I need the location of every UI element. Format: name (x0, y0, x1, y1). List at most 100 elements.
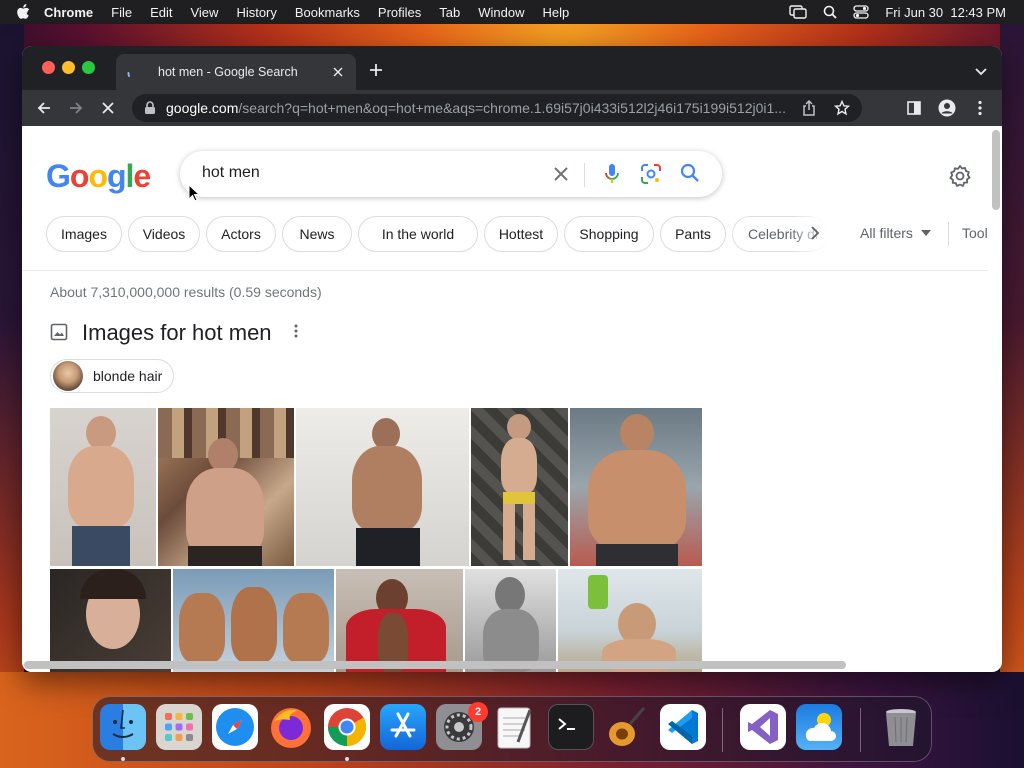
menu-help[interactable]: Help (543, 5, 570, 20)
dock-visual-studio-icon[interactable] (740, 704, 786, 750)
refine-chip-label: blonde hair (93, 368, 163, 384)
image-result[interactable] (465, 569, 556, 672)
dock-app-store-icon[interactable] (380, 704, 426, 750)
menu-tab[interactable]: Tab (439, 5, 460, 20)
zoom-window-button[interactable] (82, 61, 95, 74)
refine-chip-thumbnail (53, 361, 83, 391)
dock-safari-icon[interactable] (212, 704, 258, 750)
image-result[interactable] (296, 408, 469, 566)
dock-separator (722, 708, 723, 752)
search-submit-icon[interactable] (680, 163, 700, 188)
tab-bar: hot men - Google Search (22, 46, 1002, 90)
dock-garageband-icon[interactable] (604, 704, 650, 750)
loading-spinner-icon (126, 64, 142, 80)
image-result[interactable] (173, 569, 334, 672)
tab-close-icon[interactable] (330, 64, 346, 80)
tools-button[interactable]: Tool (962, 225, 988, 241)
chip-actors[interactable]: Actors (206, 216, 276, 252)
dock-trash-icon[interactable] (878, 704, 924, 750)
chip-hottest[interactable]: Hottest (484, 216, 558, 252)
minimize-window-button[interactable] (62, 61, 75, 74)
share-icon[interactable] (802, 99, 816, 119)
address-bar[interactable]: google.com /search?q=hot+men&oq=hot+me&a… (132, 94, 862, 122)
chip-news[interactable]: News (282, 216, 352, 252)
dock-launchpad-icon[interactable] (156, 704, 202, 750)
dock-separator (860, 708, 861, 752)
refine-chip-blonde-hair[interactable]: blonde hair (50, 359, 174, 393)
result-stats: About 7,310,000,000 results (0.59 second… (50, 284, 322, 300)
side-panel-icon[interactable] (904, 98, 924, 118)
dock-running-indicator (121, 757, 125, 761)
menu-profiles[interactable]: Profiles (378, 5, 421, 20)
menubar-clock[interactable]: Fri Jun 30 12:43 PM (885, 5, 1006, 20)
image-result[interactable] (50, 569, 171, 672)
mouse-cursor-icon (188, 183, 201, 207)
voice-search-icon[interactable] (604, 163, 620, 190)
dock-chrome-icon[interactable] (324, 704, 370, 750)
image-result[interactable] (158, 408, 294, 566)
lock-icon[interactable] (144, 101, 158, 115)
image-result[interactable] (570, 408, 702, 566)
search-box[interactable]: hot men (180, 151, 722, 197)
menu-bookmarks[interactable]: Bookmarks (295, 5, 360, 20)
dock-running-indicator (345, 757, 349, 761)
menu-edit[interactable]: Edit (150, 5, 172, 20)
image-result[interactable] (471, 408, 568, 566)
settings-notification-badge: 2 (468, 702, 488, 722)
settings-gear-icon[interactable] (948, 164, 972, 193)
chrome-window: hot men - Google Search google.com /sear (22, 46, 1002, 672)
all-filters-button[interactable]: All filters (860, 225, 931, 241)
image-result[interactable] (336, 569, 463, 672)
profile-icon[interactable] (937, 98, 957, 118)
screen-mirroring-icon[interactable] (789, 5, 808, 19)
url-path: /search?q=hot+men&oq=hot+me&aqs=chrome.1… (238, 100, 786, 116)
search-divider (584, 163, 585, 187)
spotlight-search-icon[interactable] (823, 5, 837, 19)
tab-active[interactable]: hot men - Google Search (116, 54, 356, 90)
clear-search-icon[interactable] (552, 165, 570, 188)
chip-videos[interactable]: Videos (128, 216, 200, 252)
all-filters-label: All filters (860, 225, 913, 241)
image-result[interactable] (50, 408, 156, 566)
browser-toolbar: google.com /search?q=hot+men&oq=hot+me&a… (22, 90, 1002, 126)
menu-window[interactable]: Window (478, 5, 524, 20)
dock-finder-icon[interactable] (100, 704, 146, 750)
image-icon (50, 323, 70, 343)
apple-menu-icon[interactable] (14, 3, 32, 21)
image-result[interactable] (558, 569, 702, 672)
dock-textedit-icon[interactable] (492, 704, 538, 750)
menu-view[interactable]: View (190, 5, 218, 20)
vertical-scrollbar[interactable] (992, 130, 1000, 210)
tab-search-chevron-icon[interactable] (974, 64, 988, 76)
images-section-title[interactable]: Images for hot men (82, 320, 272, 346)
menu-file[interactable]: File (111, 5, 132, 20)
chip-pants[interactable]: Pants (660, 216, 726, 252)
google-lens-icon[interactable] (640, 163, 662, 190)
close-window-button[interactable] (42, 61, 55, 74)
menu-app-name[interactable]: Chrome (44, 5, 93, 20)
control-center-icon[interactable] (853, 5, 869, 19)
chip-shopping[interactable]: Shopping (564, 216, 654, 252)
chips-next-chevron-icon[interactable] (808, 224, 822, 247)
filters-divider (948, 222, 949, 246)
url-host: google.com (166, 100, 239, 116)
dock-terminal-icon[interactable] (548, 704, 594, 750)
menu-history[interactable]: History (236, 5, 276, 20)
dock-firefox-icon[interactable] (268, 704, 314, 750)
search-input[interactable]: hot men (202, 164, 260, 182)
google-logo[interactable]: Google (46, 158, 151, 195)
chip-in-the-world[interactable]: In the world (358, 216, 478, 252)
horizontal-scrollbar[interactable] (24, 661, 846, 669)
stop-loading-icon[interactable] (98, 98, 118, 118)
dropdown-caret-icon (920, 230, 931, 236)
back-icon[interactable] (34, 98, 54, 118)
header-divider (22, 270, 988, 271)
bookmark-star-icon[interactable] (833, 99, 851, 119)
more-options-icon[interactable] (294, 324, 298, 343)
dock-vscode-icon[interactable] (660, 704, 706, 750)
new-tab-icon[interactable] (368, 62, 384, 78)
chrome-menu-icon[interactable] (970, 98, 990, 118)
forward-icon[interactable] (66, 98, 86, 118)
dock-weather-icon[interactable] (796, 704, 842, 750)
chip-images[interactable]: Images (46, 216, 122, 252)
